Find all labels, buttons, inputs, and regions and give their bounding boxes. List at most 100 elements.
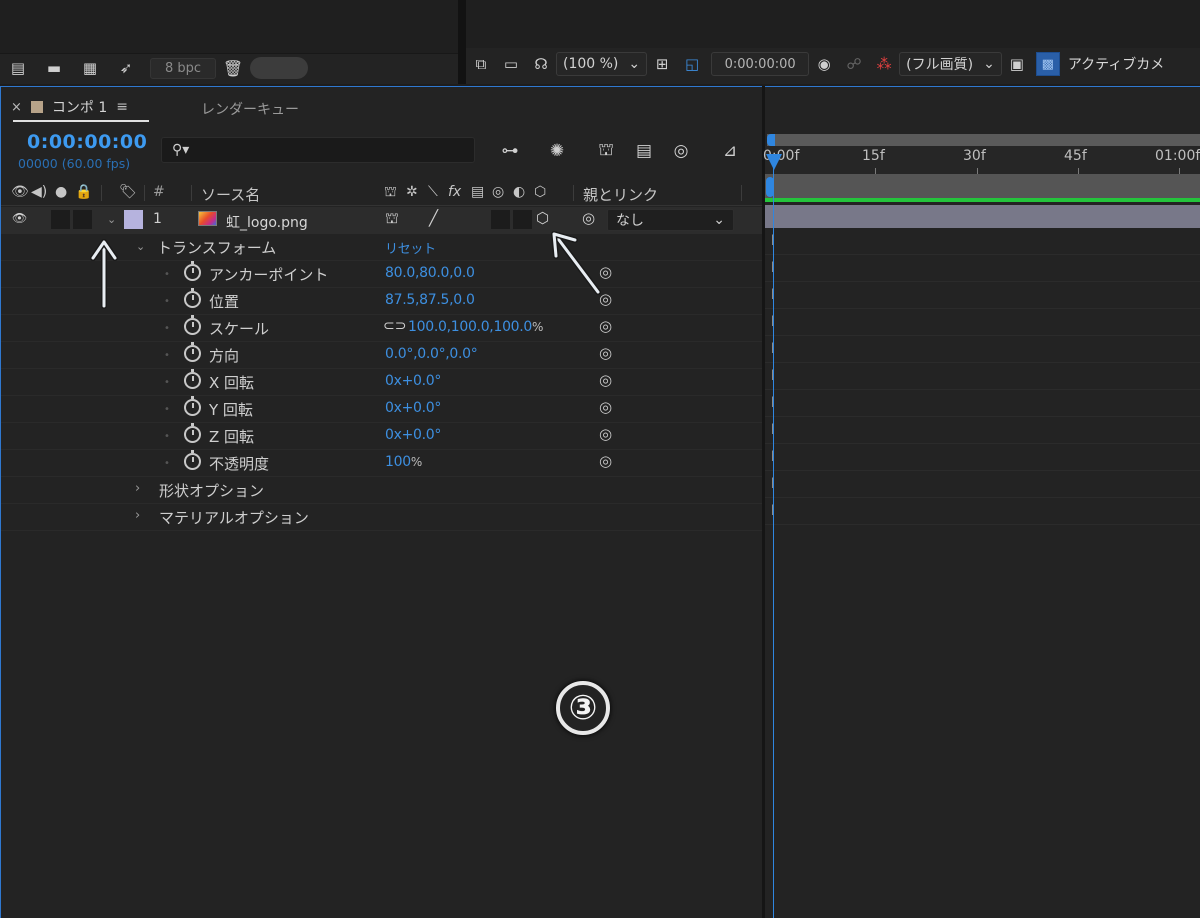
parent-dropdown[interactable]: なし ⌄ <box>607 209 734 231</box>
layer-label-color[interactable] <box>124 210 143 229</box>
flowchart-icon[interactable]: ➶ <box>108 54 144 82</box>
chevron-right-icon[interactable]: › <box>135 508 140 523</box>
switch-3d-icon[interactable]: ⬡ <box>534 184 546 200</box>
monitor-icon[interactable]: ▭ <box>496 51 526 77</box>
playhead-line[interactable] <box>773 158 774 918</box>
new-composition-icon[interactable]: ▦ <box>72 54 108 82</box>
snapshot-icon[interactable]: ◉ <box>809 51 839 77</box>
switch-motion-blur-icon[interactable]: ◎ <box>492 184 504 200</box>
expression-pickwhip-icon[interactable]: ◎ <box>599 398 612 416</box>
property-row-y-rotation[interactable]: • Y 回転 0x+0.0° ◎ <box>1 396 763 423</box>
property-value[interactable]: 0x+0.0° <box>385 400 441 416</box>
stopwatch-icon[interactable] <box>184 450 201 470</box>
expression-pickwhip-icon[interactable]: ◎ <box>599 344 612 362</box>
expression-pickwhip-icon[interactable]: ◎ <box>599 371 612 389</box>
switch-shy-icon[interactable]: ⛫ <box>384 184 397 202</box>
property-row-orientation[interactable]: • 方向 0.0°,0.0°,0.0° ◎ <box>1 342 763 369</box>
expression-pickwhip-icon[interactable]: ◎ <box>599 452 612 470</box>
always-preview-icon[interactable]: ⧉ <box>466 51 496 77</box>
property-value[interactable]: 80.0,80.0,0.0 <box>385 265 475 281</box>
time-ruler[interactable]: 0:00f 15f 30f 45f 01:00f <box>763 146 1200 174</box>
switch-quality-icon[interactable]: ⟍ <box>428 184 438 200</box>
shy-layers-icon[interactable]: ⛫ <box>591 137 621 165</box>
property-value[interactable]: 0.0°,0.0°,0.0° <box>385 346 478 362</box>
layer-row[interactable]: 👁 ⌄ 1 虹_logo.png ⛫ ╱ ⬡ ◎ なし ⌄ <box>1 207 763 234</box>
audio-toggle-slot[interactable] <box>51 210 70 229</box>
property-row-z-rotation[interactable]: • Z 回転 0x+0.0° ◎ <box>1 423 763 450</box>
transform-reset-link[interactable]: リセット <box>385 238 436 257</box>
solo-icon[interactable]: ● <box>55 184 67 200</box>
lock-icon[interactable]: 🔒 <box>75 184 92 200</box>
fast-preview-icon[interactable]: ▣ <box>1002 51 1032 77</box>
show-snapshot-icon[interactable]: ☍ <box>839 51 869 77</box>
column-source-name[interactable]: ソース名 <box>201 184 260 205</box>
expression-pickwhip-icon[interactable]: ◎ <box>599 263 612 281</box>
motion-blur-icon[interactable]: ◎ <box>666 137 696 165</box>
switch-frame-blend-icon[interactable]: ▤ <box>471 184 484 200</box>
3d-layer-switch-icon[interactable]: ⬡ <box>536 209 549 227</box>
expression-pickwhip-icon[interactable]: ◎ <box>599 317 612 335</box>
property-value[interactable]: 0x+0.0° <box>385 373 441 389</box>
stopwatch-icon[interactable] <box>184 342 201 362</box>
layer-search-input[interactable]: ⚲▾ <box>161 137 475 163</box>
property-value[interactable]: 0x+0.0° <box>385 427 441 443</box>
close-icon[interactable]: × <box>11 100 22 115</box>
adjustment-switch[interactable] <box>513 210 532 229</box>
layer-duration-bar[interactable] <box>765 205 1200 228</box>
column-number[interactable]: # <box>153 184 165 200</box>
property-value[interactable]: 100% <box>385 454 422 470</box>
quality-switch-icon[interactable]: ╱ <box>429 209 438 227</box>
viewer-timecode[interactable]: 0:00:00:00 <box>711 52 810 76</box>
playhead-layer-marker[interactable] <box>766 177 774 197</box>
tab-render-queue[interactable]: レンダーキュー <box>201 99 299 119</box>
current-time[interactable]: 0:00:00:00 <box>27 131 147 153</box>
video-toggle-icon[interactable]: 👁 <box>11 184 29 200</box>
playhead-handle[interactable] <box>766 154 782 170</box>
mask-visibility-icon[interactable]: ☊ <box>526 51 556 77</box>
active-camera-dropdown[interactable]: アクティブカメ <box>1068 54 1164 74</box>
transparency-grid-icon[interactable]: ▩ <box>1035 52 1060 76</box>
property-row-x-rotation[interactable]: • X 回転 0x+0.0° ◎ <box>1 369 763 396</box>
chevron-down-icon[interactable]: ⌄ <box>136 240 145 253</box>
graph-editor-icon[interactable]: ⊿ <box>715 137 745 165</box>
work-area-bar[interactable] <box>767 134 1200 146</box>
stopwatch-icon[interactable] <box>184 315 201 335</box>
tab-composition[interactable]: × コンポ 1 ≡ <box>11 93 128 121</box>
property-value[interactable]: 87.5,87.5,0.0 <box>385 292 475 308</box>
frame-blending-icon[interactable]: ▤ <box>629 137 659 165</box>
work-area-start-handle[interactable] <box>767 134 775 146</box>
property-row-opacity[interactable]: • 不透明度 100% ◎ <box>1 450 763 477</box>
solo-toggle-slot[interactable] <box>73 210 92 229</box>
property-value[interactable]: 100.0,100.0,100.0% <box>408 319 543 335</box>
stopwatch-icon[interactable] <box>184 261 201 281</box>
motion-blur-switch[interactable] <box>491 210 510 229</box>
layer-name[interactable]: 虹_logo.png <box>226 212 308 232</box>
stopwatch-icon[interactable] <box>184 369 201 389</box>
panel-divider[interactable] <box>458 0 466 84</box>
thumbnail-slider[interactable] <box>250 57 308 79</box>
pick-whip-icon[interactable]: ◎ <box>582 209 595 227</box>
geometry-options-row[interactable]: › 形状オプション <box>1 477 763 504</box>
eye-icon[interactable]: 👁 <box>12 211 27 225</box>
grid-guides-icon[interactable]: ⊞ <box>647 51 677 77</box>
bpc-button[interactable]: 8 bpc <box>150 57 216 79</box>
menu-icon[interactable]: ≡ <box>116 99 128 115</box>
label-tag-icon[interactable]: 🏷 <box>119 184 137 200</box>
trash-icon[interactable]: 🗑 <box>216 59 250 78</box>
interpret-footage-icon[interactable]: ▤ <box>0 54 36 82</box>
chevron-down-icon[interactable]: ⌄ <box>107 213 116 226</box>
column-parent-link[interactable]: 親とリンク <box>583 184 658 205</box>
shy-switch-icon[interactable]: ⛫ <box>385 209 399 229</box>
audio-toggle-icon[interactable]: ◀) <box>31 184 47 200</box>
material-options-row[interactable]: › マテリアルオプション <box>1 504 763 531</box>
zoom-dropdown[interactable]: (100 %) ⌄ <box>556 52 648 76</box>
stopwatch-icon[interactable] <box>184 423 201 443</box>
switch-collapse-icon[interactable]: ✲ <box>406 184 418 200</box>
transform-group-row[interactable]: ⌄ トランスフォーム リセット <box>1 234 763 261</box>
constrain-proportions-link-icon[interactable]: ⊂⊃ <box>383 318 406 334</box>
switch-effects-label[interactable]: fx <box>448 184 461 200</box>
draft-3d-icon[interactable]: ✺ <box>542 137 572 165</box>
quality-dropdown[interactable]: (フル画質) ⌄ <box>899 52 1002 76</box>
channel-rgb-icon[interactable]: ⁂ <box>869 51 899 77</box>
new-folder-icon[interactable]: ▬ <box>36 54 72 82</box>
